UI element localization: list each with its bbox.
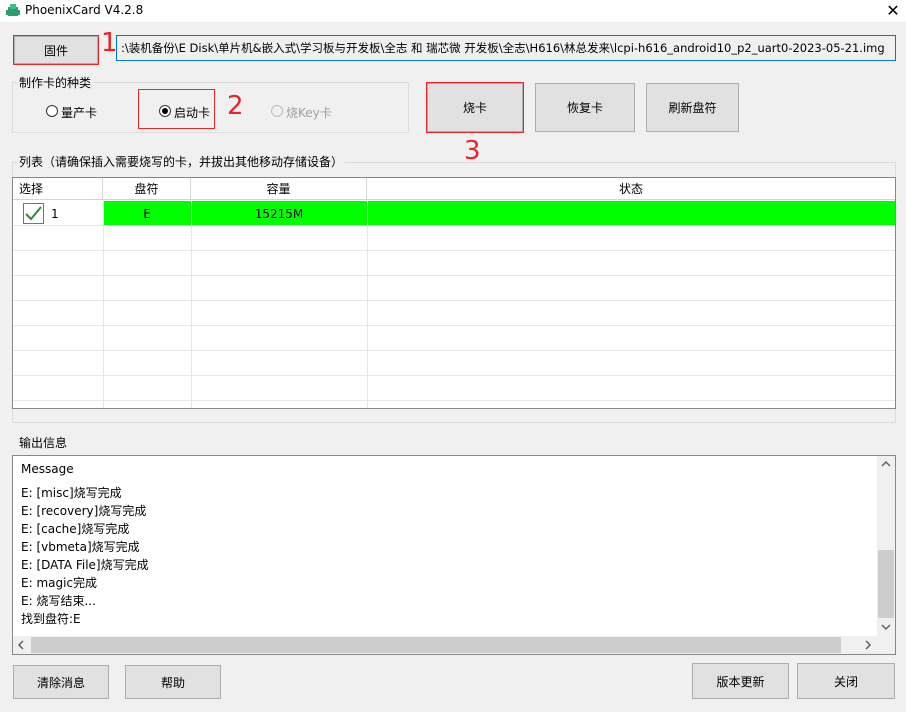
annotation-box-3	[426, 82, 524, 133]
scroll-down-arrow-icon[interactable]	[881, 623, 891, 631]
scroll-right-arrow-icon[interactable]	[864, 640, 872, 650]
grid-line	[13, 400, 895, 401]
vertical-scroll-thumb[interactable]	[878, 550, 894, 618]
grid-line	[13, 225, 895, 226]
radio-mass-production-label[interactable]: 量产卡	[61, 104, 97, 121]
scroll-left-arrow-icon[interactable]	[17, 640, 25, 650]
output-line: E: [DATA File]烧写完成	[21, 558, 149, 572]
grid-line	[13, 350, 895, 351]
checkmark-icon	[25, 206, 42, 221]
radio-mass-production[interactable]	[46, 105, 58, 117]
close-button[interactable]: 关闭	[797, 663, 895, 699]
row-checkbox[interactable]	[23, 203, 44, 224]
horizontal-scrollbar[interactable]	[13, 636, 877, 654]
column-header-drive[interactable]: 盘符	[103, 178, 191, 200]
output-line: E: [recovery]烧写完成	[21, 504, 147, 518]
grid-line	[13, 375, 895, 376]
vertical-scrollbar[interactable]	[877, 456, 895, 637]
column-header-capacity[interactable]: 容量	[191, 178, 367, 200]
output-line: E: 烧写结束...	[21, 594, 96, 608]
annotation-box-1	[13, 35, 99, 65]
grid-line	[13, 275, 895, 276]
row-capacity: 15215M	[254, 207, 304, 221]
card-list-title: 列表（请确保插入需要烧写的卡，并拔出其他移动存储设备）	[17, 153, 346, 170]
card-list-table: 选择 盘符 容量 状态 1 E 15215M	[12, 177, 896, 409]
grid-line	[13, 250, 895, 251]
scroll-up-arrow-icon[interactable]	[881, 460, 891, 468]
help-button[interactable]: 帮助	[125, 665, 221, 699]
output-line: E: [cache]烧写完成	[21, 522, 130, 536]
row-index: 1	[51, 207, 59, 221]
restore-card-button[interactable]: 恢复卡	[535, 83, 635, 132]
firmware-path-field[interactable]: :\装机备份\E Disk\单片机&嵌入式\学习板与开发板\全志 和 瑞芯微 开…	[116, 35, 896, 61]
version-update-button[interactable]: 版本更新	[692, 663, 789, 699]
output-line: E: [misc]烧写完成	[21, 486, 122, 500]
scroll-corner	[877, 636, 895, 654]
grid-line	[191, 200, 192, 408]
grid-line	[103, 200, 104, 408]
row-drive: E	[143, 207, 151, 221]
clear-messages-button[interactable]: 清除消息	[13, 665, 109, 699]
column-header-status[interactable]: 状态	[367, 178, 895, 200]
radio-key-card-label: 烧Key卡	[286, 106, 332, 120]
close-window-icon[interactable]: ✕	[880, 0, 906, 22]
column-header-select[interactable]: 选择	[13, 178, 103, 200]
refresh-drive-button[interactable]: 刷新盘符	[646, 83, 739, 132]
grid-line	[13, 325, 895, 326]
radio-key-card	[271, 105, 283, 117]
grid-line	[367, 200, 368, 408]
output-message-box: Message E: [misc]烧写完成 E: [recovery]烧写完成 …	[12, 455, 896, 655]
output-line: E: magic完成	[21, 576, 98, 590]
output-line: E: [vbmeta]烧写完成	[21, 540, 140, 554]
annotation-box-2	[138, 89, 215, 129]
grid-line	[13, 300, 895, 301]
window-title: PhoenixCard V4.2.8	[25, 3, 144, 17]
app-icon	[6, 4, 20, 16]
annotation-number-2: 2	[227, 91, 244, 121]
output-title: 输出信息	[17, 434, 70, 451]
output-line: Message	[21, 462, 74, 476]
horizontal-scroll-thumb[interactable]	[31, 637, 841, 653]
output-line: 找到盘符:E	[21, 612, 81, 626]
card-type-group-title: 制作卡的种类	[17, 74, 94, 91]
